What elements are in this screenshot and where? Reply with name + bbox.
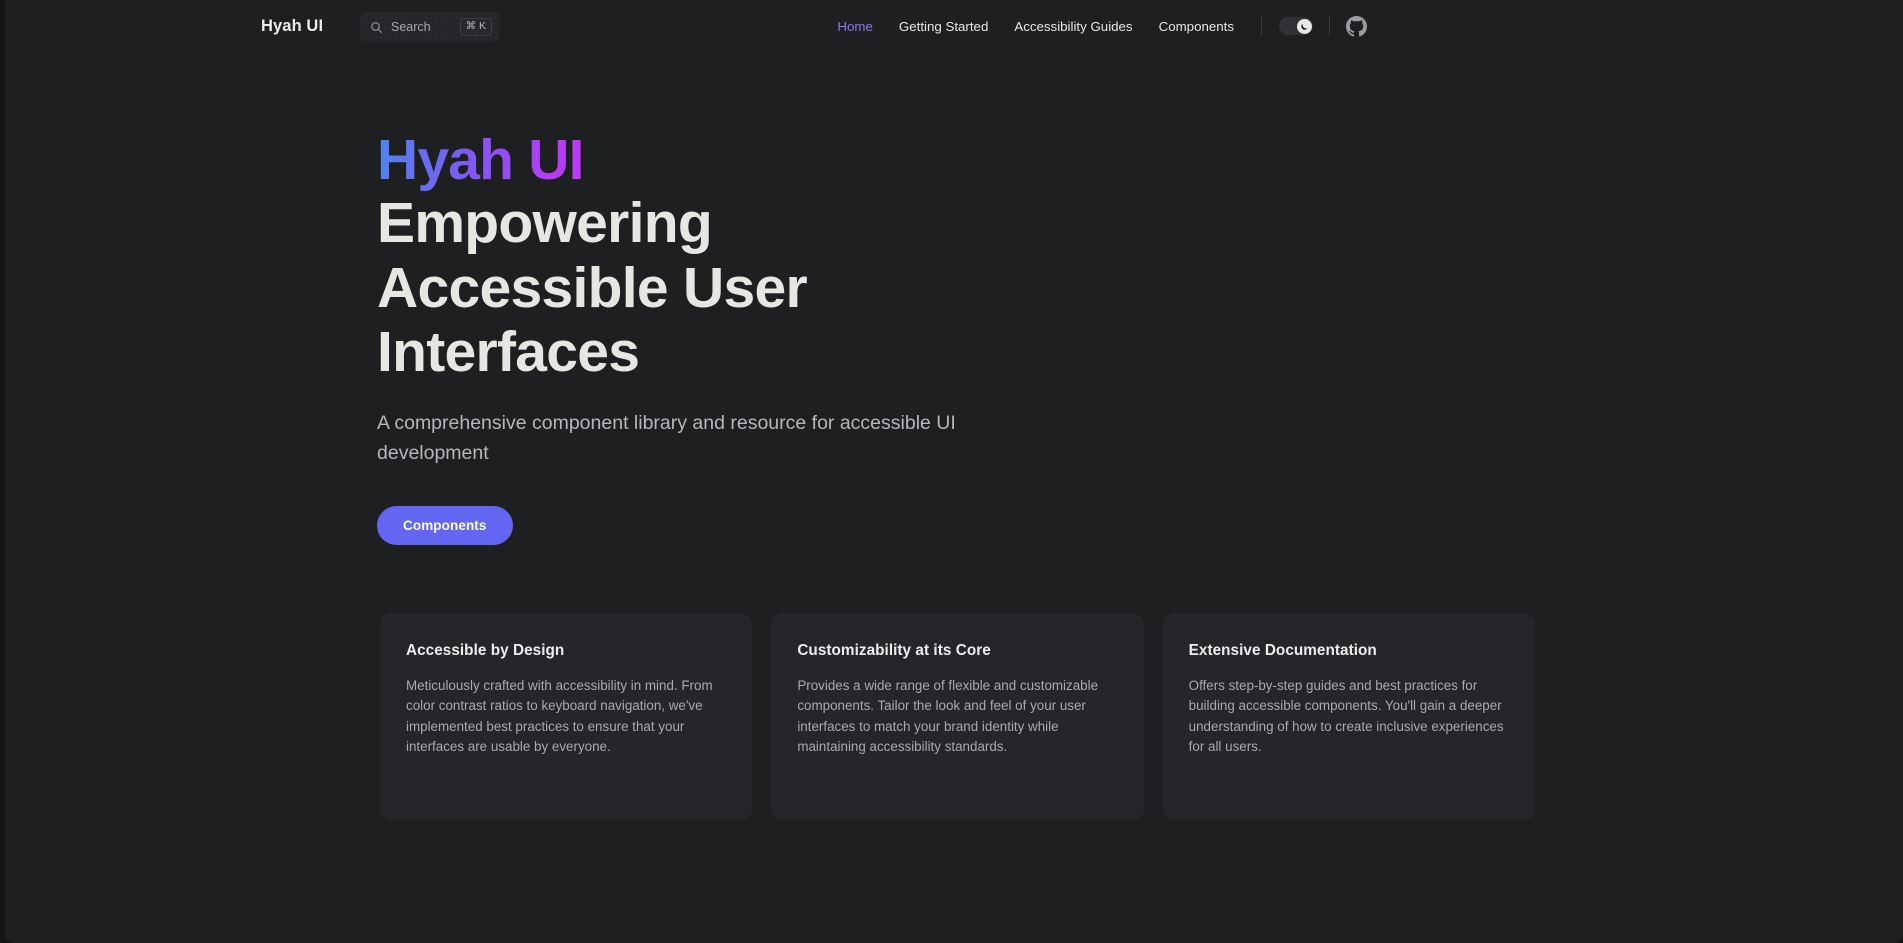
main-navigation: Home Getting Started Accessibility Guide… bbox=[837, 0, 1903, 52]
hero-subtitle: A comprehensive component library and re… bbox=[377, 412, 956, 465]
card-title: Customizability at its Core bbox=[797, 642, 991, 659]
nav-link-components[interactable]: Components bbox=[1159, 19, 1234, 34]
nav-link-home[interactable]: Home bbox=[837, 19, 872, 34]
page-root: Hyah UI Search ⌘ K Home Getting Started … bbox=[5, 0, 1903, 943]
hero-section: Hyah UI Empowering Accessible User Inter… bbox=[377, 128, 1377, 546]
nav-divider-right bbox=[1329, 16, 1330, 36]
brand-logo[interactable]: Hyah UI bbox=[261, 17, 323, 36]
card-title: Accessible by Design bbox=[406, 642, 565, 659]
nav-link-getting-started[interactable]: Getting Started bbox=[899, 19, 988, 34]
nav-link-accessibility-guides[interactable]: Accessibility Guides bbox=[1014, 19, 1132, 34]
card-body: Offers step-by-step guides and best prac… bbox=[1188, 678, 1504, 755]
theme-toggle-knob bbox=[1296, 18, 1312, 34]
hero-gradient-title: Hyah UI bbox=[377, 128, 584, 192]
card-title: Extensive Documentation bbox=[1188, 642, 1377, 659]
page-title: Empowering Accessible User Interfaces bbox=[377, 190, 808, 385]
nav-divider-left bbox=[1261, 16, 1262, 36]
search-icon bbox=[370, 21, 383, 34]
feature-cards: Accessible by Design Meticulously crafte… bbox=[380, 613, 1535, 820]
components-cta-button[interactable]: Components bbox=[377, 506, 513, 546]
card-body: Provides a wide range of flexible and cu… bbox=[797, 678, 1099, 755]
site-header: Hyah UI Search ⌘ K Home Getting Started … bbox=[5, 0, 1903, 52]
theme-toggle[interactable] bbox=[1279, 17, 1313, 35]
feature-card-customizability-at-its-core: Customizability at its Core Provides a w… bbox=[771, 613, 1144, 820]
search-shortcut-badge: ⌘ K bbox=[459, 18, 492, 36]
github-icon[interactable] bbox=[1346, 15, 1367, 37]
feature-card-accessible-by-design: Accessible by Design Meticulously crafte… bbox=[380, 613, 753, 820]
moon-icon bbox=[1300, 23, 1307, 30]
card-body: Meticulously crafted with accessibility … bbox=[406, 678, 713, 755]
search-placeholder: Search bbox=[391, 20, 431, 34]
feature-card-extensive-documentation: Extensive Documentation Offers step-by-s… bbox=[1162, 613, 1535, 820]
search-input[interactable]: Search ⌘ K bbox=[360, 12, 500, 42]
